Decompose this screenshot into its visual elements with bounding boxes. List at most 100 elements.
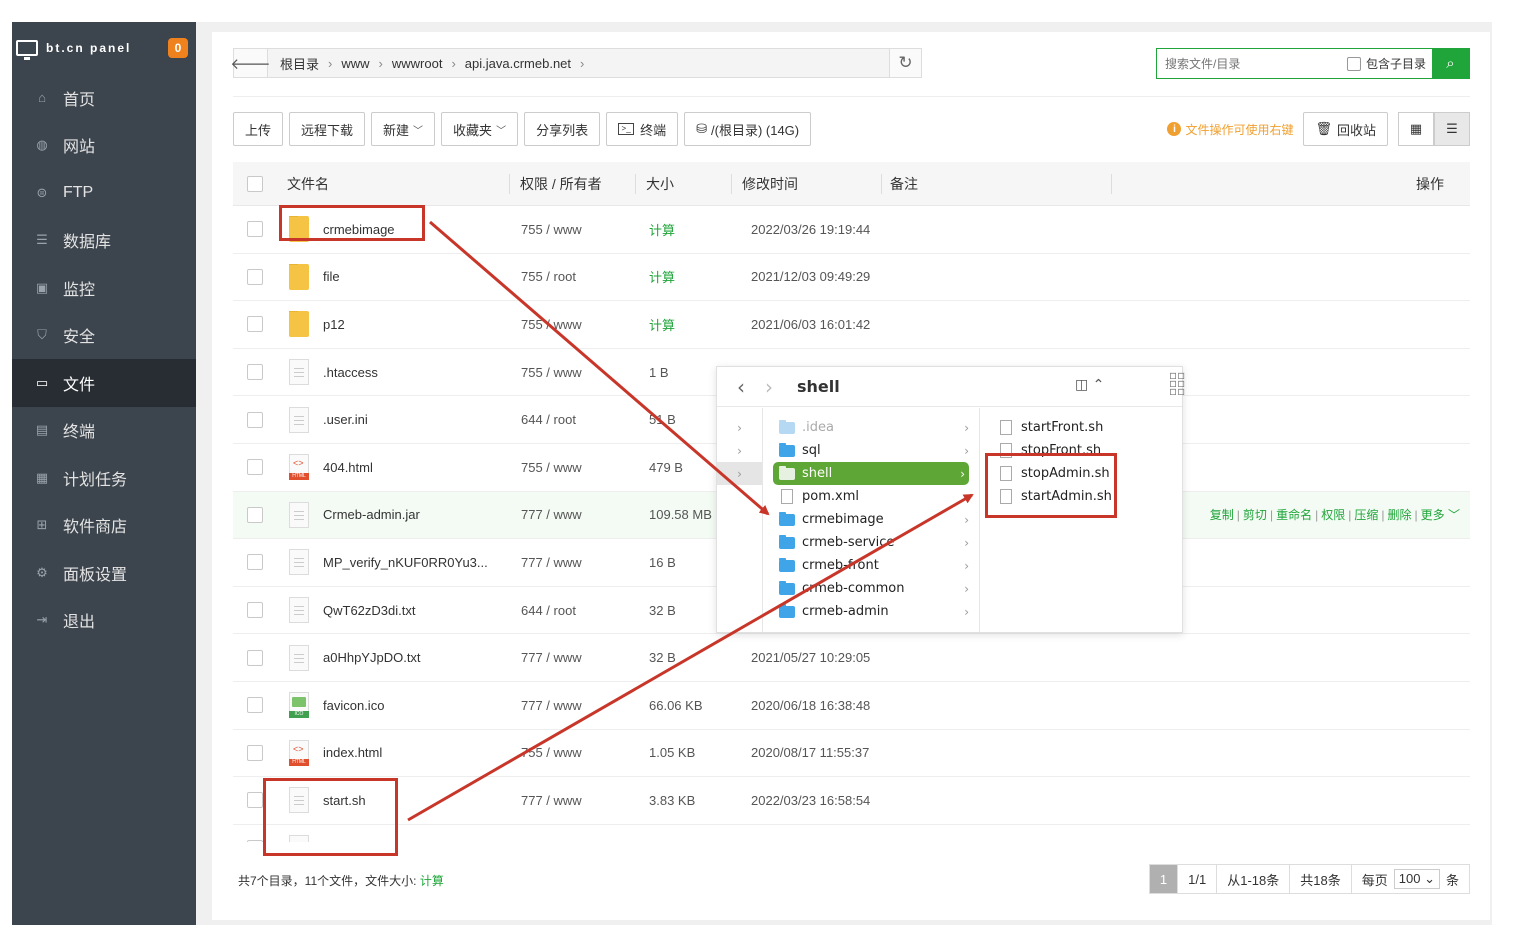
sidebar-item-ftp[interactable]: ⊜ FTP: [12, 169, 196, 217]
sidebar-item-security[interactable]: ⛉ 安全: [12, 312, 196, 360]
row-checkbox[interactable]: [247, 364, 263, 381]
perm-cell[interactable]: 755 / www: [509, 460, 635, 475]
header-perm[interactable]: 权限 / 所有者: [509, 173, 635, 194]
remote-download-button[interactable]: 远程下载: [289, 112, 366, 146]
sidebar-item-home[interactable]: ⌂ 首页: [12, 74, 196, 122]
file-name[interactable]: .htaccess: [323, 365, 378, 380]
finder-item[interactable]: crmeb-admin ›: [763, 600, 979, 623]
file-name[interactable]: index.html: [323, 745, 382, 760]
size-cell[interactable]: 计算: [635, 267, 731, 286]
page-current[interactable]: 1: [1149, 865, 1179, 893]
finder-item[interactable]: shell ›: [773, 462, 969, 485]
table-row[interactable]: start.sh 777 / www 3.83 KB 2022/03/23 16…: [233, 777, 1470, 825]
row-checkbox[interactable]: [247, 506, 263, 523]
table-row[interactable]: p12 755 / www 计算 2021/06/03 16:01:42: [233, 301, 1470, 349]
breadcrumb-item[interactable]: api.java.crmeb.net: [465, 56, 571, 71]
finder-file[interactable]: startFront.sh: [980, 416, 1182, 439]
file-name[interactable]: Crmeb-admin.jar: [323, 507, 420, 522]
header-size[interactable]: 大小: [635, 173, 731, 194]
file-name-cell[interactable]: p12: [277, 311, 509, 338]
perm-cell[interactable]: 755 / www: [509, 745, 635, 760]
perm-cell[interactable]: 755 / root: [509, 269, 635, 284]
column-view-icon[interactable]: ◫ ⌃: [1075, 377, 1104, 393]
sidebar-item-files[interactable]: ▭ 文件: [12, 359, 196, 407]
row-op-1[interactable]: 剪切: [1243, 508, 1267, 522]
file-name-cell[interactable]: 404.html: [277, 454, 509, 481]
file-name[interactable]: 404.html: [323, 460, 373, 475]
file-name-cell[interactable]: favicon.ico: [277, 692, 509, 719]
file-name-cell[interactable]: .htaccess: [277, 359, 509, 386]
sidebar-item-logout[interactable]: ⇥ 退出: [12, 597, 196, 645]
share-list-button[interactable]: 分享列表: [524, 112, 601, 146]
terminal-button[interactable]: >_ 终端: [606, 112, 679, 146]
per-page-select[interactable]: 100 ⌄: [1393, 869, 1440, 889]
row-checkbox[interactable]: [247, 792, 263, 809]
file-name[interactable]: MP_verify_nKUF0RR0Yu3...: [323, 555, 488, 570]
file-name[interactable]: .user.ini: [323, 412, 368, 427]
row-checkbox[interactable]: [247, 649, 263, 666]
table-row[interactable]: stop.sh 777 / www 460 B 2021/12/25 16:46…: [233, 825, 1470, 842]
row-op-0[interactable]: 复制: [1210, 508, 1234, 522]
file-name[interactable]: file: [323, 269, 340, 284]
sidebar-item-monitor[interactable]: ▣ 监控: [12, 264, 196, 312]
size-cell[interactable]: 计算: [635, 220, 731, 239]
sidebar-item-terminal[interactable]: ▤ 终端: [12, 407, 196, 455]
file-name[interactable]: favicon.ico: [323, 698, 384, 713]
row-checkbox[interactable]: [247, 840, 263, 842]
grid-view-button[interactable]: ▦: [1398, 112, 1434, 146]
finder-item[interactable]: .idea ›: [763, 416, 979, 439]
header-mtime[interactable]: 修改时间: [731, 173, 881, 194]
perm-cell[interactable]: 777 / www: [509, 793, 635, 808]
perm-cell[interactable]: 755 / www: [509, 365, 635, 380]
notification-badge[interactable]: 0: [168, 38, 188, 58]
finder-item[interactable]: crmeb-front ›: [763, 554, 979, 577]
row-checkbox[interactable]: [247, 459, 263, 476]
sidebar-item-settings[interactable]: ⚙ 面板设置: [12, 549, 196, 597]
row-checkbox[interactable]: [247, 268, 263, 285]
row-checkbox[interactable]: [247, 744, 263, 761]
perm-cell[interactable]: 777 / www: [509, 507, 635, 522]
perm-cell[interactable]: 755 / www: [509, 222, 635, 237]
perm-cell[interactable]: 777 / www: [509, 841, 635, 842]
perm-cell[interactable]: 777 / www: [509, 650, 635, 665]
finder-item[interactable]: sql ›: [763, 439, 979, 462]
row-checkbox[interactable]: [247, 316, 263, 333]
header-name[interactable]: 文件名: [277, 174, 509, 194]
row-checkbox[interactable]: [247, 221, 263, 238]
finder-item[interactable]: crmeb-common ›: [763, 577, 979, 600]
perm-cell[interactable]: 644 / root: [509, 603, 635, 618]
finder-item[interactable]: pom.xml: [763, 485, 979, 508]
row-op-3[interactable]: 权限: [1321, 508, 1345, 522]
file-name-cell[interactable]: Crmeb-admin.jar: [277, 501, 509, 528]
perm-cell[interactable]: 755 / www: [509, 317, 635, 332]
new-dropdown[interactable]: 新建 ﹀: [371, 112, 436, 146]
finder-item[interactable]: crmeb-service ›: [763, 531, 979, 554]
finder-back-icon[interactable]: ‹: [737, 375, 745, 399]
file-name-cell[interactable]: MP_verify_nKUF0RR0Yu3...: [277, 549, 509, 576]
disk-button[interactable]: ⛁ /(根目录) (14G): [684, 112, 812, 146]
finder-item[interactable]: crmebimage ›: [763, 508, 979, 531]
file-name-cell[interactable]: index.html: [277, 739, 509, 766]
row-checkbox[interactable]: [247, 602, 263, 619]
perm-cell[interactable]: 644 / root: [509, 412, 635, 427]
refresh-button[interactable]: ↻: [889, 49, 921, 77]
breadcrumb-item[interactable]: 根目录: [280, 54, 319, 73]
search-button[interactable]: ⌕: [1432, 49, 1469, 78]
row-checkbox[interactable]: [247, 554, 263, 571]
file-name-cell[interactable]: QwT62zD3di.txt: [277, 597, 509, 624]
breadcrumb-item[interactable]: www: [341, 56, 369, 71]
row-op-6[interactable]: 更多: [1421, 508, 1445, 522]
perm-cell[interactable]: 777 / www: [509, 698, 635, 713]
size-cell[interactable]: 计算: [635, 315, 731, 334]
finder-forward-icon[interactable]: ›: [765, 375, 773, 399]
sidebar-item-website[interactable]: ◍ 网站: [12, 122, 196, 170]
back-button[interactable]: 🡐: [230, 49, 271, 77]
row-checkbox[interactable]: [247, 411, 263, 428]
row-checkbox[interactable]: [247, 697, 263, 714]
table-row[interactable]: file 755 / root 计算 2021/12/03 09:49:29: [233, 254, 1470, 302]
file-name-cell[interactable]: file: [277, 263, 509, 290]
sidebar-item-database[interactable]: ☰ 数据库: [12, 217, 196, 265]
file-name[interactable]: p12: [323, 317, 345, 332]
table-row[interactable]: index.html 755 / www 1.05 KB 2020/08/17 …: [233, 730, 1470, 778]
include-subdir-toggle[interactable]: 包含子目录: [1346, 55, 1426, 72]
